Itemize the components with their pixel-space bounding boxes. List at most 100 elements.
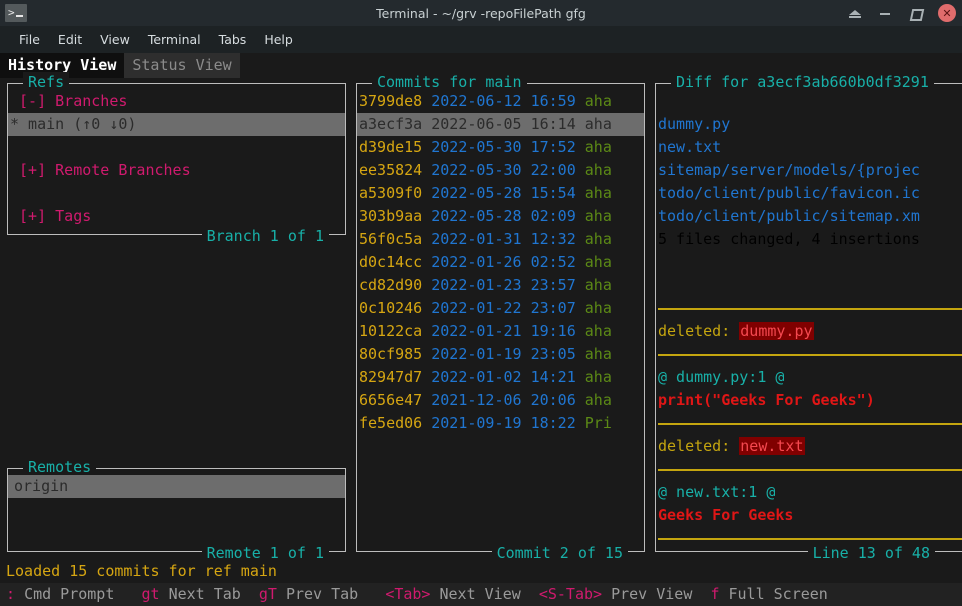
commit-row[interactable]: 3799de8 2022-06-12 16:59 aha xyxy=(357,90,644,113)
eject-icon[interactable] xyxy=(848,6,862,20)
commit-author: aha xyxy=(585,207,612,225)
keybinding-key[interactable]: <S-Tab> xyxy=(539,585,602,603)
menu-item-help[interactable]: Help xyxy=(255,30,302,49)
commit-row[interactable]: a5309f0 2022-05-28 15:54 aha xyxy=(357,182,644,205)
commit-time: 14:21 xyxy=(531,368,576,386)
diff-hunk-header: @ dummy.py:1 @ xyxy=(656,366,962,389)
commit-time: 16:14 xyxy=(531,115,576,133)
commit-author: aha xyxy=(585,115,612,133)
diff-hunk-text: @ dummy.py:1 @ xyxy=(658,368,784,386)
diff-deleted-file: deleted: dummy.py xyxy=(656,320,962,343)
keybinding-key[interactable]: f xyxy=(710,585,719,603)
commit-hash: 80cf985 xyxy=(359,345,422,363)
refs-panel: Refs Branch 1 of 1 [-] Branches * main (… xyxy=(7,83,346,235)
refs-row-spacer-2 xyxy=(8,182,345,205)
commit-date: 2022-06-05 xyxy=(431,115,521,133)
keybinding-key[interactable]: <Tab> xyxy=(385,585,430,603)
commit-author: Pri xyxy=(585,414,612,432)
menu-item-terminal[interactable]: Terminal xyxy=(139,30,210,49)
commit-author: aha xyxy=(585,230,612,248)
window-controls: ✕ xyxy=(848,0,958,26)
keybinding-key[interactable]: gt xyxy=(141,585,159,603)
commit-row[interactable]: 82947d7 2022-01-02 14:21 aha xyxy=(357,366,644,389)
diff-removed-text: print("Geeks For Geeks") xyxy=(658,391,875,409)
diff-separator xyxy=(656,527,962,550)
diff-file-path: sitemap/server/models/{projec xyxy=(656,159,962,182)
commit-time: 02:09 xyxy=(531,207,576,225)
commit-date: 2021-12-06 xyxy=(431,391,521,409)
commit-hash: 10122ca xyxy=(359,322,422,340)
menu-item-file[interactable]: File xyxy=(10,30,49,49)
title-bar: Terminal - ~/grv -repoFilePath gfg ✕ xyxy=(0,0,962,26)
commit-date: 2022-01-31 xyxy=(431,230,521,248)
keybinding-desc: Prev Tab xyxy=(286,585,358,603)
commit-row[interactable]: ee35824 2022-05-30 22:00 aha xyxy=(357,159,644,182)
commit-date: 2021-09-19 xyxy=(431,414,521,432)
commit-date: 2022-05-28 xyxy=(431,207,521,225)
refs-list: [-] Branches * main (↑0 ↓0) [+] Remote B… xyxy=(8,84,345,234)
diff-deleted-file: deleted: new.txt xyxy=(656,435,962,458)
diff-stat-text: 5 files changed, 4 insertions xyxy=(658,230,920,248)
commit-row[interactable]: 56f0c5a 2022-01-31 12:32 aha xyxy=(357,228,644,251)
commit-time: 15:54 xyxy=(531,184,576,202)
keybinding-key[interactable]: gT xyxy=(259,585,277,603)
minimize-icon[interactable] xyxy=(878,6,892,20)
refs-row-branches[interactable]: [-] Branches xyxy=(8,90,345,113)
remotes-panel: Remotes Remote 1 of 1 origin xyxy=(7,468,346,552)
menu-item-edit[interactable]: Edit xyxy=(49,30,91,49)
diff-file-path: todo/client/public/sitemap.xm xyxy=(656,205,962,228)
window-title: Terminal - ~/grv -repoFilePath gfg xyxy=(0,6,962,21)
close-glyph: ✕ xyxy=(942,8,951,19)
menu-item-tabs[interactable]: Tabs xyxy=(210,30,256,49)
diff-deleted-filename: new.txt xyxy=(739,437,804,455)
refs-row-main-text: * main (↑0 ↓0) xyxy=(10,115,136,133)
commit-time: 12:32 xyxy=(531,230,576,248)
diff-hunk-text: @ new.txt:1 @ xyxy=(658,483,775,501)
commit-row[interactable]: 6656e47 2021-12-06 20:06 aha xyxy=(357,389,644,412)
commit-row[interactable]: 0c10246 2022-01-22 23:07 aha xyxy=(357,297,644,320)
commit-row[interactable]: fe5ed06 2021-09-19 18:22 Pri xyxy=(357,412,644,435)
tab-status-view[interactable]: Status View xyxy=(124,53,239,78)
commit-row[interactable]: cd82d90 2022-01-23 23:57 aha xyxy=(357,274,644,297)
commit-time: 17:52 xyxy=(531,138,576,156)
commit-author: aha xyxy=(585,345,612,363)
commit-row[interactable]: d0c14cc 2022-01-26 02:52 aha xyxy=(357,251,644,274)
commits-panel: Commits for main Commit 2 of 15 3799de8 … xyxy=(356,83,645,552)
diff-stat-line: 5 files changed, 4 insertions xyxy=(656,228,962,251)
diff-separator xyxy=(656,297,962,320)
keybinding-key[interactable]: : xyxy=(6,585,15,603)
commit-row[interactable]: 10122ca 2022-01-21 19:16 aha xyxy=(357,320,644,343)
menu-item-view[interactable]: View xyxy=(91,30,139,49)
diff-removed-line: print("Geeks For Geeks") xyxy=(656,389,962,412)
diff-blank-line xyxy=(656,90,962,113)
refs-row-main[interactable]: * main (↑0 ↓0) xyxy=(8,113,345,136)
remotes-row-origin[interactable]: origin xyxy=(8,475,345,498)
commit-time: 20:06 xyxy=(531,391,576,409)
commit-date: 2022-05-30 xyxy=(431,138,521,156)
diff-hunk-header: @ new.txt:1 @ xyxy=(656,481,962,504)
commit-author: aha xyxy=(585,253,612,271)
commit-time: 19:16 xyxy=(531,322,576,340)
commit-author: aha xyxy=(585,138,612,156)
commit-author: aha xyxy=(585,276,612,294)
diff-file-path: todo/client/public/favicon.ic xyxy=(656,182,962,205)
commit-date: 2022-06-12 xyxy=(431,92,521,110)
commit-row[interactable]: a3ecf3a 2022-06-05 16:14 aha xyxy=(357,113,644,136)
commit-hash: 303b9aa xyxy=(359,207,422,225)
maximize-icon[interactable] xyxy=(908,6,922,20)
commit-row[interactable]: d39de15 2022-05-30 17:52 aha xyxy=(357,136,644,159)
close-icon[interactable]: ✕ xyxy=(938,4,956,22)
refs-row-tags[interactable]: [+] Tags xyxy=(8,205,345,228)
terminal-content: History View Status View Refs Branch 1 o… xyxy=(0,53,962,606)
commit-hash: fe5ed06 xyxy=(359,414,422,432)
diff-separator xyxy=(656,343,962,366)
diff-blank-line xyxy=(656,251,962,274)
commit-time: 23:57 xyxy=(531,276,576,294)
commit-time: 22:00 xyxy=(531,161,576,179)
diff-file-path-text: todo/client/public/favicon.ic xyxy=(658,184,920,202)
commit-date: 2022-01-26 xyxy=(431,253,521,271)
refs-row-remote-branches[interactable]: [+] Remote Branches xyxy=(8,159,345,182)
keybinding-desc: Next View xyxy=(440,585,521,603)
commit-row[interactable]: 80cf985 2022-01-19 23:05 aha xyxy=(357,343,644,366)
commit-row[interactable]: 303b9aa 2022-05-28 02:09 aha xyxy=(357,205,644,228)
